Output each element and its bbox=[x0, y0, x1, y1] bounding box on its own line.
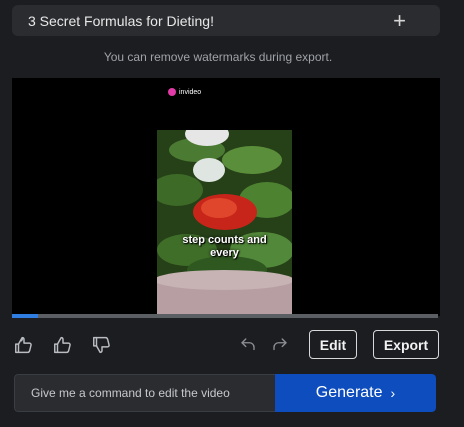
brand-watermark-text: invideo bbox=[179, 88, 202, 96]
thumbs-up-icon[interactable] bbox=[51, 333, 75, 357]
video-frame: step counts and every bbox=[157, 130, 292, 316]
plus-icon[interactable]: + bbox=[393, 9, 406, 32]
video-progress-fill bbox=[12, 314, 38, 318]
thumbs-up-double-icon[interactable] bbox=[12, 333, 36, 357]
redo-icon[interactable] bbox=[268, 333, 292, 357]
video-title: 3 Secret Formulas for Dieting! bbox=[28, 12, 214, 29]
video-progress-bar[interactable] bbox=[12, 314, 438, 318]
thumbs-down-icon[interactable] bbox=[90, 333, 114, 357]
video-player[interactable]: invideo step counts and every bbox=[12, 78, 440, 316]
undo-icon[interactable] bbox=[236, 333, 260, 357]
export-button[interactable]: Export bbox=[373, 330, 439, 359]
command-input[interactable] bbox=[14, 374, 275, 412]
brand-watermark: invideo bbox=[168, 88, 201, 96]
watermark-notice: You can remove watermarks during export. bbox=[103, 50, 333, 64]
command-bar: Generate › bbox=[14, 374, 436, 412]
video-caption: step counts and every bbox=[182, 234, 267, 259]
generate-button[interactable]: Generate › bbox=[275, 374, 436, 412]
chevron-right-icon: › bbox=[390, 385, 396, 401]
video-title-bar[interactable]: 3 Secret Formulas for Dieting! + bbox=[12, 5, 440, 36]
salad-image bbox=[157, 130, 292, 316]
generate-label: Generate bbox=[315, 384, 383, 401]
brand-logo-icon bbox=[168, 88, 176, 96]
actions-row: Edit Export bbox=[0, 328, 464, 362]
edit-button[interactable]: Edit bbox=[309, 330, 357, 359]
